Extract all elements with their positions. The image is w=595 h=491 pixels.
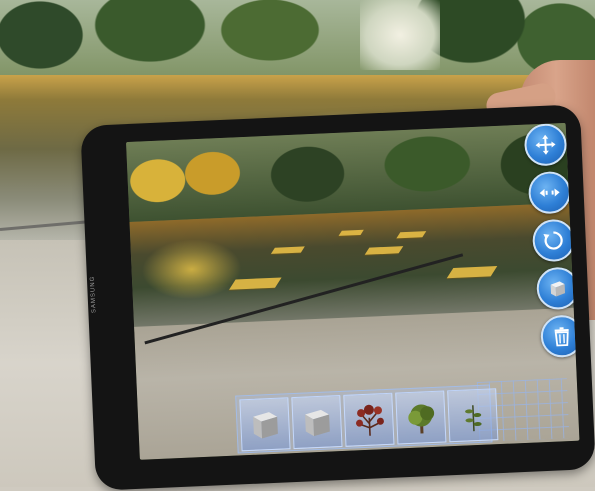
palette-item-shrub[interactable]: [343, 393, 394, 447]
small-plant-icon: [454, 394, 492, 436]
red-shrub-icon: [350, 399, 388, 441]
camera-golden-trees: [126, 142, 249, 222]
trash-icon: [549, 324, 574, 349]
scale-arrows-icon: [537, 180, 562, 205]
background-trees: [0, 0, 595, 80]
palette-item-bush[interactable]: [395, 390, 446, 444]
background-light: [360, 0, 440, 70]
palette-item-cube[interactable]: [239, 397, 290, 451]
move-arrows-icon: [533, 132, 558, 157]
brand-label: SAMSUNG: [90, 275, 108, 313]
palette-item-cube[interactable]: [291, 395, 342, 449]
tablet-device: SAMSUNG: [80, 104, 595, 490]
palette-item-plant[interactable]: [447, 388, 498, 442]
cube-icon: [545, 276, 570, 301]
camera-lake-reflection: [140, 237, 243, 301]
green-bush-icon: [402, 397, 440, 439]
cube-model-icon: [298, 401, 336, 443]
cube-model-icon: [246, 404, 284, 446]
rotate-icon: [541, 228, 566, 253]
object-palette: [235, 384, 492, 453]
ar-screen[interactable]: [126, 123, 579, 460]
